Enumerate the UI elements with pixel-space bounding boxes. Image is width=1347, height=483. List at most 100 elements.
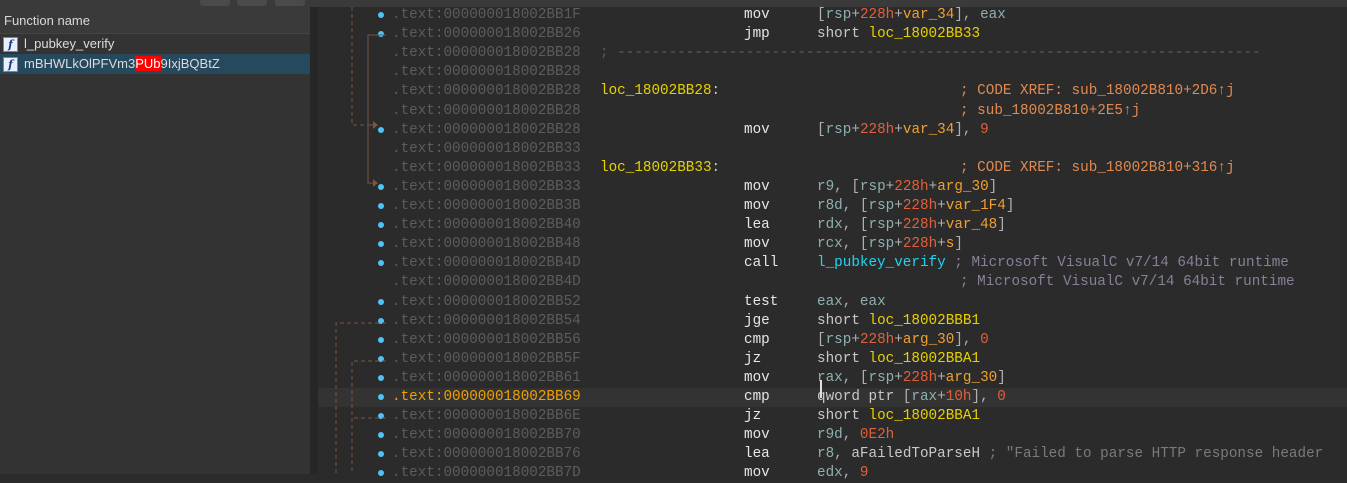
operand-lbl: loc_18002BBA1 xyxy=(868,408,981,425)
operand-lbl: loc_18002BBB1 xyxy=(868,312,981,329)
mnemonic: mov xyxy=(744,427,770,444)
operand-br: + xyxy=(894,7,903,23)
operands: [rsp+228h+arg_30], 0 xyxy=(817,331,989,350)
operand-reg: rsp xyxy=(825,121,852,138)
operand-br: , xyxy=(842,293,860,310)
toolbar-button[interactable] xyxy=(200,0,230,6)
toolbar-button[interactable] xyxy=(275,0,305,6)
operands: r8d, [rsp+228h+var_1F4] xyxy=(817,197,1014,216)
mnemonic: lea xyxy=(744,446,770,463)
jump-arrow xyxy=(351,7,373,126)
disassembly-line[interactable]: .text:000000018002BB52 test eax, eax xyxy=(318,293,1347,312)
disassembly-line[interactable]: .text:000000018002BB28 ; sub_18002B810+2E… xyxy=(318,102,1347,121)
operand-br: ], xyxy=(954,7,981,23)
disassembly-line[interactable]: .text:000000018002BB1F mov [rsp+228h+var_3… xyxy=(318,6,1347,25)
mnemonic: mov xyxy=(744,178,770,195)
panel-splitter[interactable] xyxy=(310,7,318,474)
operand-num: 228h xyxy=(894,178,929,195)
function-list-item-selected[interactable]: f mBHWLkOlPFVm3PUb9IxjBQBtZ xyxy=(0,54,310,74)
operand-var: var_48 xyxy=(945,217,998,234)
operand-kw: short xyxy=(817,26,869,43)
operand-lbl: loc_18002BBA1 xyxy=(868,350,981,367)
location-label: loc_18002BB28: xyxy=(600,82,720,101)
operand-br: , xyxy=(834,446,852,463)
function-list-item[interactable]: f l_pubkey_verify xyxy=(0,34,310,54)
operand-reg: rsp xyxy=(825,7,852,23)
disassembly-line[interactable]: .text:000000018002BB4D call l_pubkey_verif… xyxy=(318,254,1347,273)
text-cursor xyxy=(820,380,822,398)
disassembly-line[interactable]: .text:000000018002BB56 cmp [rsp+228h+arg_3… xyxy=(318,331,1347,350)
toolbar-button[interactable] xyxy=(237,0,267,6)
disassembly-line[interactable]: .text:000000018002BB33 mov r9, [rsp+228h+a… xyxy=(318,178,1347,197)
operand-reg: rsp xyxy=(868,369,895,386)
disassembly-line[interactable]: .text:000000018002BB28 xyxy=(318,63,1347,82)
operand-kw: short xyxy=(817,350,869,367)
address: .text:000000018002BB33 xyxy=(392,159,581,176)
operand-reg: rsp xyxy=(868,236,895,253)
disassembly-line[interactable]: .text:000000018002BB26 jmp short loc_18002… xyxy=(318,25,1347,44)
functions-panel: Function name f l_pubkey_verify f mBHWLk… xyxy=(0,7,310,474)
disassembly-line[interactable]: .text:000000018002BB76 lea r8, aFailedToPa… xyxy=(318,445,1347,464)
operand-c-lib: ; Microsoft VisualC v7/14 64bit runtime xyxy=(945,255,1289,272)
disassembly-line[interactable]: .text:000000018002BB40 lea rdx, [rsp+228h+… xyxy=(318,216,1347,235)
disassembly-view[interactable]: .text:000000018002BB1F mov [rsp+228h+var_3… xyxy=(318,6,1347,481)
label-name: loc_18002BB28 xyxy=(600,83,712,100)
address: .text:000000018002BB70 xyxy=(392,427,581,444)
operands: l_pubkey_verify ; Microsoft VisualC v7/1… xyxy=(817,254,1289,273)
disassembly-line[interactable]: .text:000000018002BB33 loc_18002BB33: ; CO… xyxy=(318,159,1347,178)
operand-br: , [ xyxy=(834,178,860,195)
operand-num: 9 xyxy=(980,121,989,138)
disassembly-line[interactable]: .text:000000018002BB3B mov r8d, [rsp+228h+… xyxy=(318,197,1347,216)
operand-num: 228h xyxy=(859,331,895,348)
mnemonic: mov xyxy=(744,7,770,23)
disassembly-line[interactable]: .text:000000018002BB28 mov [rsp+228h+var_3… xyxy=(318,121,1347,140)
mnemonic: mov xyxy=(744,198,770,214)
address: .text:000000018002BB48 xyxy=(392,236,581,253)
operands: short loc_18002BBA1 xyxy=(817,350,980,369)
operand-num: 228h xyxy=(902,369,938,386)
operand-reg: r9 xyxy=(817,178,835,195)
disassembly-line[interactable]: .text:000000018002BB54 jge short loc_18002… xyxy=(318,312,1347,331)
disassembly-line[interactable]: .text:000000018002BB6E jz short loc_18002B… xyxy=(318,407,1347,426)
operand-reg: rdx xyxy=(817,217,843,234)
operand-br: ], xyxy=(954,331,981,348)
address: .text:000000018002BB40 xyxy=(392,217,581,234)
search-highlight: PUb xyxy=(135,56,161,71)
address: .text:000000018002BB28 xyxy=(392,121,581,138)
operand-reg: eax xyxy=(859,293,886,310)
disassembly-line[interactable]: .text:000000018002BB61 mov rax, [rsp+228h+… xyxy=(318,369,1347,388)
mnemonic: cmp xyxy=(744,331,770,348)
operand-num: 228h xyxy=(859,7,895,23)
disassembly-line[interactable]: .text:000000018002BB28 ; ----------------… xyxy=(318,44,1347,63)
disassembly-line[interactable]: .text:000000018002BB33 xyxy=(318,140,1347,159)
mnemonic: mov xyxy=(744,121,770,138)
disassembly-line[interactable]: .text:000000018002BB5F jz short loc_18002B… xyxy=(318,350,1347,369)
address: .text:000000018002BB1F xyxy=(392,7,581,23)
operand-var: var_34 xyxy=(902,7,955,23)
operand-var: arg_30 xyxy=(937,178,989,195)
disassembly-line[interactable]: .text:000000018002BB28 loc_18002BB28: ; CO… xyxy=(318,82,1347,101)
operand-br: + xyxy=(937,236,946,253)
operand-br: + xyxy=(928,178,938,195)
operand-reg: rsp xyxy=(859,178,886,195)
separator-comment: ; --------------------------------------… xyxy=(600,45,1261,62)
operand-c-str: ; "Failed to parse HTTP response header xyxy=(980,446,1324,463)
disassembly-line[interactable]: .text:000000018002BB69 cmp qword ptr [rax+… xyxy=(318,388,1347,407)
function-name-part: mBHWLkOlPFVm3 xyxy=(24,56,136,71)
operand-br: + xyxy=(937,369,946,386)
disassembly-line[interactable]: .text:000000018002BB48 mov rcx, [rsp+228h+… xyxy=(318,235,1347,254)
operand-br: + xyxy=(851,7,860,23)
operand-br: ], xyxy=(971,389,998,405)
operand-br: [ xyxy=(817,7,826,23)
address: .text:000000018002BB28 xyxy=(392,83,581,100)
operand-br: , [ xyxy=(842,369,869,386)
disassembly-line[interactable]: .text:000000018002BB4D ; Microsoft Visual… xyxy=(318,273,1347,292)
operands: rdx, [rsp+228h+var_48] xyxy=(817,216,1006,235)
operand-br: ] xyxy=(1005,198,1015,214)
function-name-column-header[interactable]: Function name xyxy=(0,7,310,34)
mnemonic: jz xyxy=(744,350,762,367)
comment: ; Microsoft VisualC v7/14 64bit runtime xyxy=(960,274,1295,291)
jump-arrow xyxy=(367,34,386,184)
disassembly-line[interactable]: .text:000000018002BB70 mov r9d, 0E2h xyxy=(318,426,1347,445)
mnemonic: mov xyxy=(744,369,770,386)
